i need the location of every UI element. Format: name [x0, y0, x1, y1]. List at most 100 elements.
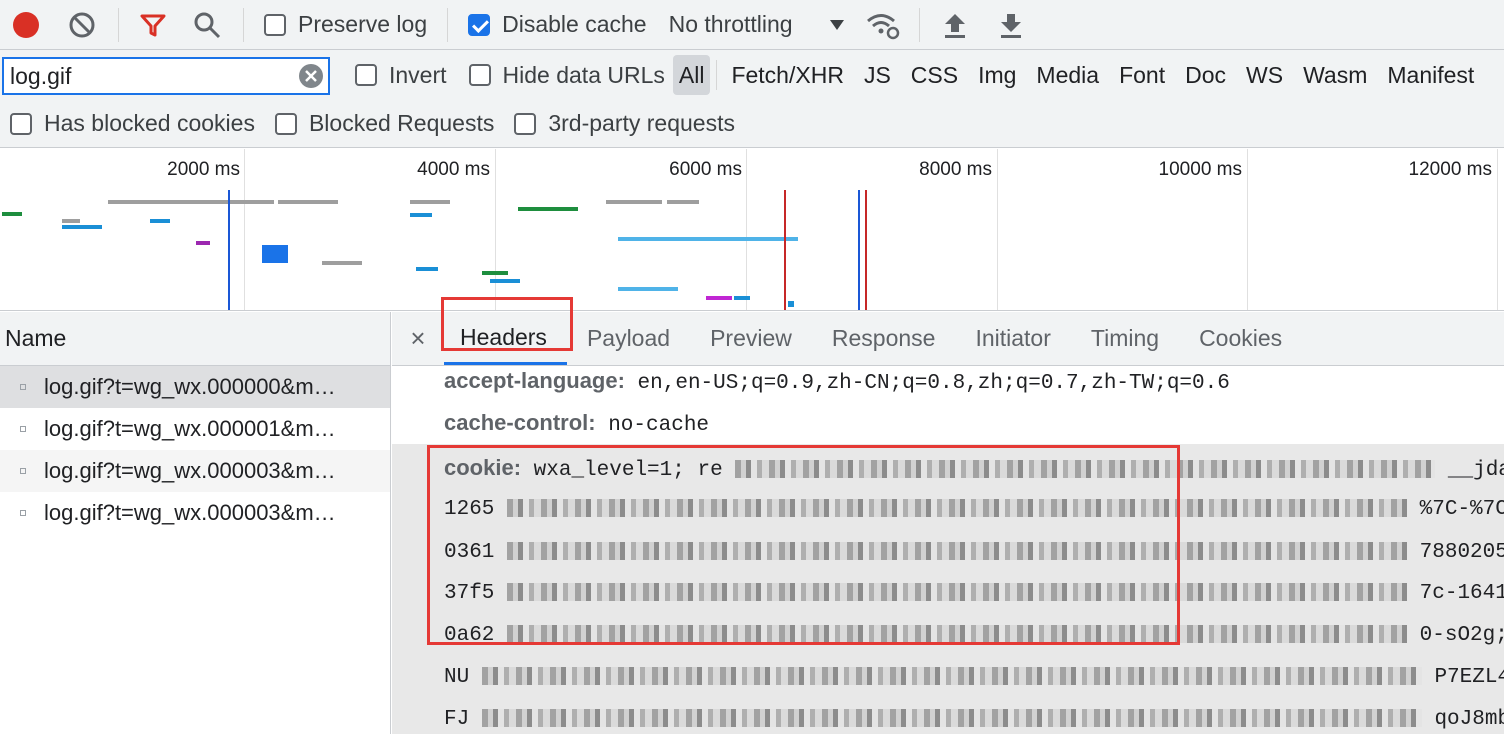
header-name: cache-control:	[444, 410, 596, 435]
type-filter-font[interactable]: Font	[1109, 62, 1175, 89]
file-icon	[20, 426, 26, 432]
clear-input-icon[interactable]	[298, 63, 324, 89]
request-bar	[278, 200, 338, 204]
network-conditions-icon[interactable]	[865, 10, 901, 40]
options-bar: Has blocked cookies Blocked Requests 3rd…	[0, 100, 1504, 148]
type-filter-doc[interactable]: Doc	[1175, 62, 1236, 89]
request-row[interactable]: log.gif?t=wg_wx.000003&m…	[0, 492, 390, 534]
request-bar	[108, 200, 274, 204]
request-bar	[490, 279, 520, 283]
cookie-text: __jda=1	[1447, 459, 1504, 482]
time-tick: 8000 ms	[919, 159, 992, 180]
invert-label: Invert	[389, 61, 447, 88]
disable-cache-label: Disable cache	[502, 11, 647, 37]
tab-cookies[interactable]: Cookies	[1179, 312, 1302, 365]
request-name: log.gif?t=wg_wx.000000&m…	[44, 374, 336, 399]
tab-payload[interactable]: Payload	[567, 312, 690, 365]
blocked-requests-checkbox[interactable]	[274, 112, 297, 135]
blocked-requests-label: Blocked Requests	[308, 110, 495, 136]
disable-cache-checkbox[interactable]	[468, 13, 491, 36]
preserve-log-checkbox[interactable]	[264, 13, 286, 36]
cookie-text: 7c-164172	[1419, 582, 1504, 605]
third-party-checkbox[interactable]	[514, 112, 537, 135]
cookie-text: FJ	[444, 708, 470, 731]
request-bar	[788, 301, 794, 307]
request-bar	[410, 213, 432, 217]
timeline-overview[interactable]: 2000 ms 4000 ms 6000 ms 8000 ms 10000 ms…	[0, 149, 1504, 311]
request-bar	[62, 225, 102, 229]
close-icon[interactable]: ×	[392, 312, 444, 365]
name-column-header[interactable]: Name	[0, 312, 390, 366]
cookie-text: 0-sO2g; 3	[1419, 624, 1504, 647]
gridline	[1497, 149, 1498, 310]
redacted-text	[481, 667, 1422, 686]
request-bar	[618, 287, 678, 291]
filter-input-box[interactable]	[2, 57, 330, 95]
request-bar	[262, 245, 288, 263]
cookie-text: qoJ8mb	[1434, 708, 1504, 731]
gridline	[1247, 149, 1248, 310]
header-value: en,en-US;q=0.9,zh-CN;q=0.8,zh;q=0.7,zh-T…	[637, 372, 1230, 395]
invert-checkbox[interactable]	[355, 64, 377, 86]
dom-content-loaded-marker	[858, 190, 860, 310]
type-filter-media[interactable]: Media	[1026, 62, 1109, 89]
tab-timing[interactable]: Timing	[1071, 312, 1179, 365]
network-toolbar: Preserve log Disable cache No throttling	[0, 0, 1504, 50]
type-filter-manifest[interactable]: Manifest	[1377, 62, 1484, 89]
cookie-text: P7EZL4	[1434, 666, 1504, 689]
upload-icon[interactable]	[942, 11, 968, 39]
cookie-text: %7C-%7C	[1419, 498, 1504, 521]
tab-response[interactable]: Response	[812, 312, 956, 365]
cookie-text: NU	[444, 666, 470, 689]
type-filter-ws[interactable]: WS	[1236, 62, 1293, 89]
time-tick: 4000 ms	[417, 159, 490, 180]
chevron-down-icon[interactable]	[829, 19, 845, 31]
type-filter-fetch-xhr[interactable]: Fetch/XHR	[717, 62, 853, 89]
throttling-select[interactable]: No throttling	[669, 11, 793, 38]
clear-icon[interactable]	[68, 11, 96, 39]
toolbar-divider	[918, 7, 920, 42]
tab-initiator[interactable]: Initiator	[955, 312, 1070, 365]
time-tick: 12000 ms	[1408, 159, 1492, 180]
load-event-marker	[865, 190, 867, 310]
request-bar	[734, 296, 750, 300]
hide-data-urls-checkbox[interactable]	[468, 64, 491, 86]
hide-data-urls-label: Hide data URLs	[502, 61, 665, 88]
request-bar	[416, 267, 438, 271]
type-filter-css[interactable]: CSS	[901, 62, 968, 89]
tab-preview[interactable]: Preview	[690, 312, 812, 365]
request-bar	[322, 261, 362, 265]
gridline	[495, 149, 496, 310]
highlight-box-cookie	[427, 445, 1180, 645]
preserve-log-label: Preserve log	[298, 11, 428, 37]
search-icon[interactable]	[193, 11, 221, 39]
toolbar-divider	[243, 7, 244, 42]
record-icon[interactable]	[12, 11, 40, 39]
type-filter-wasm[interactable]: Wasm	[1293, 62, 1377, 89]
file-icon	[20, 510, 26, 516]
request-row[interactable]: log.gif?t=wg_wx.000003&m…	[0, 450, 390, 492]
request-bar	[706, 296, 732, 300]
header-name: accept-language:	[444, 368, 625, 393]
download-icon[interactable]	[998, 11, 1024, 39]
request-bar	[2, 212, 22, 216]
filter-input[interactable]	[8, 61, 288, 91]
time-tick: 2000 ms	[167, 159, 240, 180]
load-event-marker	[784, 190, 786, 310]
request-bar	[606, 200, 662, 204]
type-filter-img[interactable]: Img	[968, 62, 1026, 89]
request-bar	[618, 237, 798, 241]
cookie-text: 788020560	[1419, 541, 1504, 564]
header-row-cache-control: cache-control: no-cache	[444, 410, 709, 437]
type-filter-js[interactable]: JS	[854, 62, 901, 89]
filter-icon[interactable]	[139, 11, 167, 39]
blocked-cookies-label: Has blocked cookies	[44, 110, 255, 136]
filter-bar: Invert Hide data URLs All Fetch/XHR JS C…	[0, 50, 1504, 100]
request-row[interactable]: log.gif?t=wg_wx.000000&m…	[0, 366, 390, 408]
request-bar	[410, 200, 450, 204]
request-row[interactable]: log.gif?t=wg_wx.000001&m…	[0, 408, 390, 450]
blocked-cookies-checkbox[interactable]	[10, 112, 32, 135]
request-name: log.gif?t=wg_wx.000003&m…	[44, 500, 336, 525]
toolbar-divider	[118, 7, 119, 42]
type-filter-all[interactable]: All	[672, 55, 711, 95]
